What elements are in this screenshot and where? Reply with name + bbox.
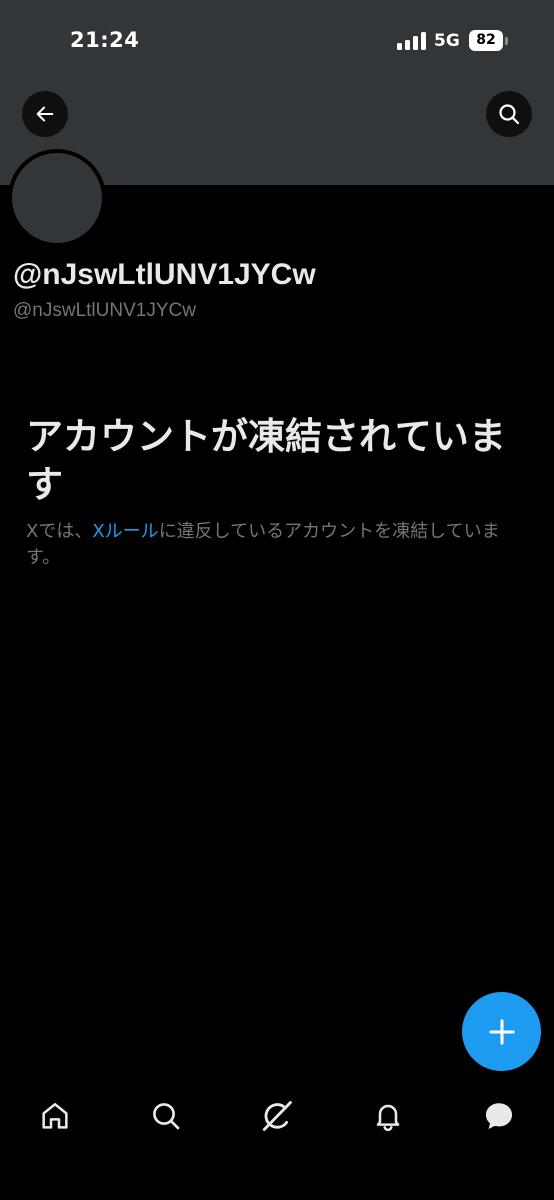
avatar-placeholder xyxy=(12,153,102,243)
x-rules-link[interactable]: Xルール xyxy=(92,521,158,542)
nav-messages[interactable] xyxy=(481,1098,517,1134)
home-icon xyxy=(42,1103,68,1129)
suspended-heading: アカウントが凍結されています xyxy=(26,415,506,506)
nav-home[interactable] xyxy=(37,1098,73,1134)
battery-cap xyxy=(505,37,508,45)
nav-notifications[interactable] xyxy=(370,1098,406,1134)
compose-button[interactable] xyxy=(462,992,541,1071)
search-icon xyxy=(153,1103,180,1130)
battery-icon: 82 xyxy=(469,30,503,51)
nav-search[interactable] xyxy=(148,1098,184,1134)
search-button[interactable] xyxy=(486,91,532,137)
back-arrow-icon xyxy=(36,106,54,122)
grok-icon xyxy=(262,1101,292,1131)
signal-icon xyxy=(397,32,426,50)
network-label: 5G xyxy=(434,31,460,51)
plus-icon xyxy=(488,1018,515,1045)
avatar[interactable] xyxy=(8,149,106,247)
display-name: @nJswLtlUNV1JYCw xyxy=(13,258,316,291)
search-icon xyxy=(499,104,520,125)
nav-grok[interactable] xyxy=(259,1098,295,1134)
message-icon xyxy=(485,1103,513,1130)
bell-icon xyxy=(376,1104,400,1132)
back-button[interactable] xyxy=(22,91,68,137)
suspended-description: Xでは、Xルールに違反しているアカウントを凍結しています。 xyxy=(26,519,526,571)
user-handle: @nJswLtlUNV1JYCw xyxy=(13,300,196,321)
status-time: 21:24 xyxy=(70,28,140,52)
desc-prefix: Xでは、 xyxy=(26,521,93,542)
